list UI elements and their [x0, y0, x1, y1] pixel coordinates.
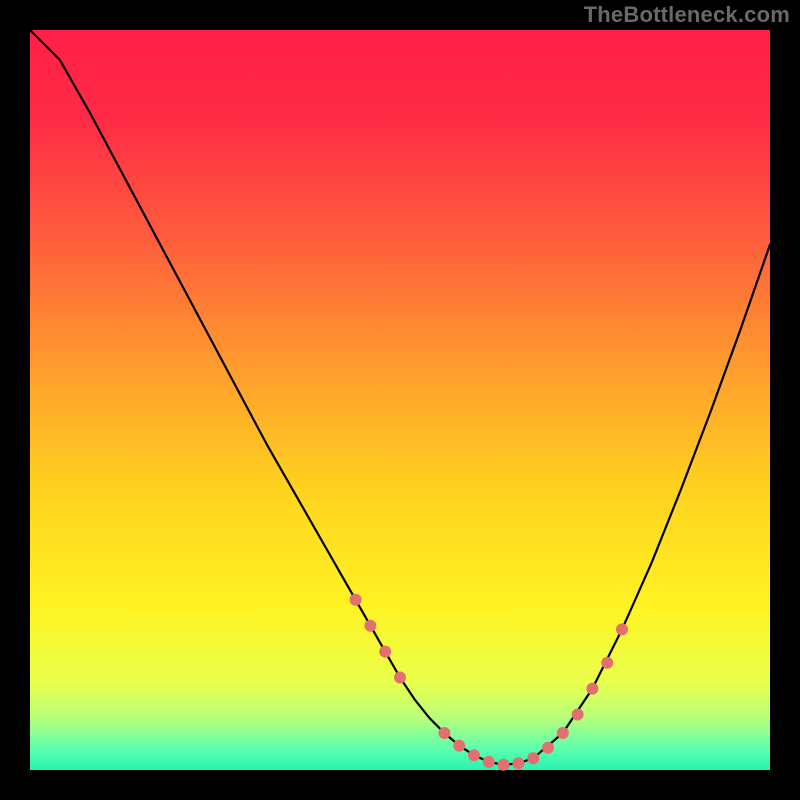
- curve-marker: [350, 594, 362, 606]
- curve-marker: [394, 672, 406, 684]
- chart-stage: TheBottleneck.com: [0, 0, 800, 800]
- plot-area: [30, 30, 770, 770]
- curve-marker: [483, 756, 495, 768]
- chart-svg: [0, 0, 800, 800]
- curve-marker: [616, 623, 628, 635]
- curve-marker: [468, 749, 480, 761]
- watermark-text: TheBottleneck.com: [584, 2, 790, 28]
- curve-marker: [379, 646, 391, 658]
- curve-marker: [438, 727, 450, 739]
- curve-marker: [601, 657, 613, 669]
- curve-marker: [586, 683, 598, 695]
- curve-marker: [498, 759, 510, 771]
- curve-marker: [364, 620, 376, 632]
- curve-marker: [453, 740, 465, 752]
- curve-marker: [512, 757, 524, 769]
- curve-marker: [557, 727, 569, 739]
- curve-marker: [527, 752, 539, 764]
- curve-marker: [542, 742, 554, 754]
- curve-marker: [572, 709, 584, 721]
